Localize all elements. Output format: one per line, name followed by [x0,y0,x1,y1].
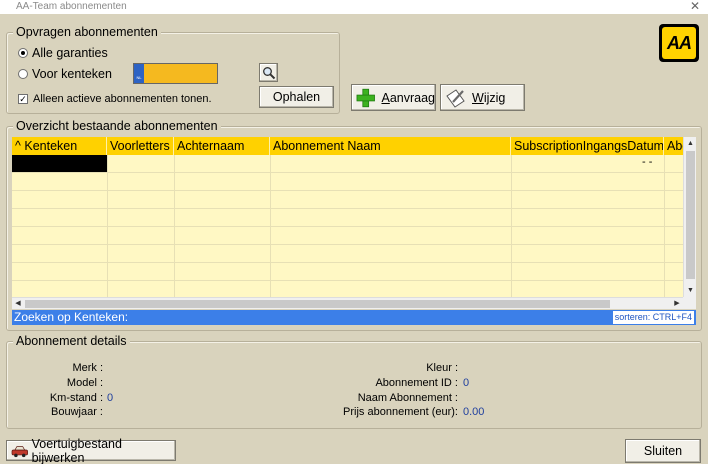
window-title: AA-Team abonnementen [16,1,127,12]
edit-accel: W [472,90,484,105]
table-row-date: - - [642,156,653,168]
new-request-label: anvraag [389,90,435,105]
eu-flag-icon: NL [134,64,144,83]
title-bar: AA-Team abonnementen ✕ [0,0,708,14]
column-header-ingangsdatum[interactable]: SubscriptionIngangsDatum [511,137,664,155]
scrollbar-corner [683,297,696,309]
detail-label-abonnement-id: Abonnement ID : [375,377,458,389]
query-group-title: Opvragen abonnementen [13,25,161,39]
scroll-up-icon[interactable]: ▲ [684,137,697,150]
sort-shortcut-hint: sorteren: CTRL+F4 [612,311,694,324]
detail-label-model: Model : [66,377,103,389]
new-request-accel: A [381,90,390,105]
overview-group-title: Overzicht bestaande abonnementen [13,119,221,133]
column-header-label: Kenteken [24,139,78,153]
detail-label-merk: Merk : [72,362,103,374]
sort-ascending-icon: ^ [15,139,21,153]
selected-cell[interactable] [12,155,107,172]
magnifier-icon [262,66,275,79]
fetch-button[interactable]: Ophalen [259,86,334,108]
update-vehicles-button[interactable]: Voertuigbestand bijwerken [6,436,176,464]
plate-search-bar[interactable]: Zoeken op Kenteken: sorteren: CTRL+F4 [12,310,696,325]
horizontal-scrollbar[interactable]: ◀ ▶ [12,297,683,309]
detail-label-bouwjaar: Bouwjaar : [51,406,103,418]
radio-all-guarantees[interactable]: Alle garanties [18,46,108,60]
scroll-down-icon[interactable]: ▼ [684,284,697,297]
radio-all-indicator[interactable] [18,48,28,58]
radio-all-label: Alle garanties [32,46,108,60]
scroll-left-icon[interactable]: ◀ [12,298,24,310]
fetch-button-label: Ophalen [272,90,321,104]
active-only-checkbox[interactable]: ✓ Alleen actieve abonnementen tonen. [18,93,212,105]
subscriptions-table[interactable]: ^ Kenteken Voorletters Achternaam Abonne… [12,137,683,297]
detail-label-kleur: Kleur : [426,362,458,374]
plus-icon [356,88,375,107]
aa-logo-text: AA [662,27,696,59]
vertical-scroll-thumb[interactable] [686,151,695,279]
column-header-abonnement-naam[interactable]: Abonnement Naam [270,137,511,155]
radio-plate-indicator[interactable] [18,69,28,79]
detail-label-prijs: Prijs abonnement (eur): [343,406,458,418]
detail-value-kmstand: 0 [107,392,114,404]
close-button[interactable]: Sluiten [625,439,701,463]
active-only-label: Alleen actieve abonnementen tonen. [33,93,212,105]
column-header-abo[interactable]: Abo [664,137,683,155]
check-icon[interactable]: ✓ [18,94,28,104]
search-button[interactable] [259,63,278,82]
scroll-right-icon[interactable]: ▶ [671,298,683,310]
plate-input[interactable]: NL [133,63,218,84]
details-group-title: Abonnement details [13,334,130,348]
horizontal-scroll-thumb[interactable] [25,300,610,308]
edit-document-icon [446,88,465,108]
detail-value-prijs: 0.00 [463,406,485,418]
plate-search-label: Zoeken op Kenteken: [14,310,129,324]
close-icon[interactable]: ✕ [690,0,700,13]
detail-label-naam-abonnement: Naam Abonnement : [357,392,458,404]
edit-label: ijzig [483,90,506,105]
close-button-label: Sluiten [643,444,683,458]
update-vehicles-label: Voertuigbestand bijwerken [31,436,122,464]
column-header-voorletters[interactable]: Voorletters [107,137,174,155]
radio-plate-label: Voor kenteken [32,67,112,81]
car-icon [11,445,28,457]
vertical-scrollbar[interactable]: ▲ ▼ [683,137,696,297]
column-header-achternaam[interactable]: Achternaam [174,137,270,155]
edit-button[interactable]: Wijzig [440,84,525,111]
new-request-button[interactable]: Aanvraag [351,84,436,111]
column-header-kenteken[interactable]: ^ Kenteken [12,137,107,155]
detail-value-abonnement-id: 0 [463,377,470,389]
aa-logo: AA [659,24,699,62]
radio-by-plate[interactable]: Voor kenteken [18,67,112,81]
detail-label-kmstand: Km-stand : [49,392,103,404]
